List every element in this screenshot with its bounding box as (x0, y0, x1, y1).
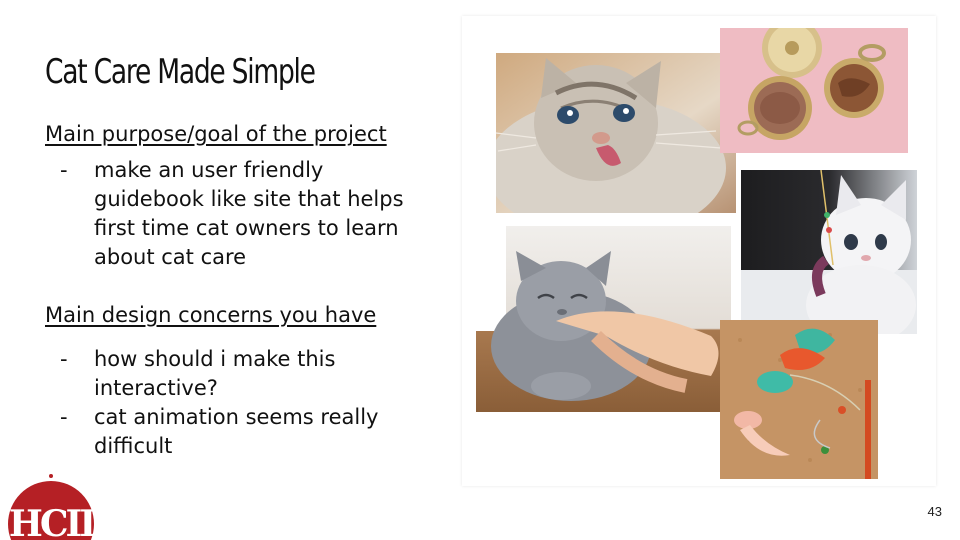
purpose-bullet-list: - make an user friendly guidebook like s… (58, 156, 438, 272)
slide-title: Cat Care Made Simple (45, 52, 316, 92)
bullet-dash: - (60, 347, 68, 371)
gray-cat-petted-photo (476, 226, 731, 412)
white-kitten-icon (741, 170, 917, 334)
section-heading-purpose: Main purpose/goal of the project (45, 122, 387, 146)
feather-cat-toys-photo (720, 320, 878, 479)
hcii-logo: HCII (6, 474, 98, 540)
section-heading-concerns: Main design concerns you have (45, 303, 377, 327)
bullet-text: cat animation seems really difficult (94, 405, 379, 458)
bullet-dash: - (60, 158, 68, 182)
white-kitten-with-toy-photo (741, 170, 917, 334)
bullet-dash: - (60, 405, 68, 429)
cat-food-can-icon (720, 28, 908, 153)
logo-text: HCII (9, 503, 96, 540)
concerns-bullet-list: - how should i make this interactive? - … (58, 345, 438, 461)
feather-toy-icon (720, 320, 878, 479)
page-number: 43 (927, 504, 942, 519)
tabby-cat-licking-photo (496, 53, 736, 213)
gray-cat-icon (476, 226, 731, 412)
bullet-item: - how should i make this interactive? (58, 345, 438, 403)
bullet-text: how should i make this interactive? (94, 347, 336, 400)
bullet-item: - make an user friendly guidebook like s… (58, 156, 438, 272)
bullet-text: make an user friendly guidebook like sit… (94, 158, 404, 269)
tabby-cat-icon (496, 53, 736, 213)
canned-cat-food-photo (720, 28, 908, 153)
bullet-item: - cat animation seems really difficult (58, 403, 438, 461)
